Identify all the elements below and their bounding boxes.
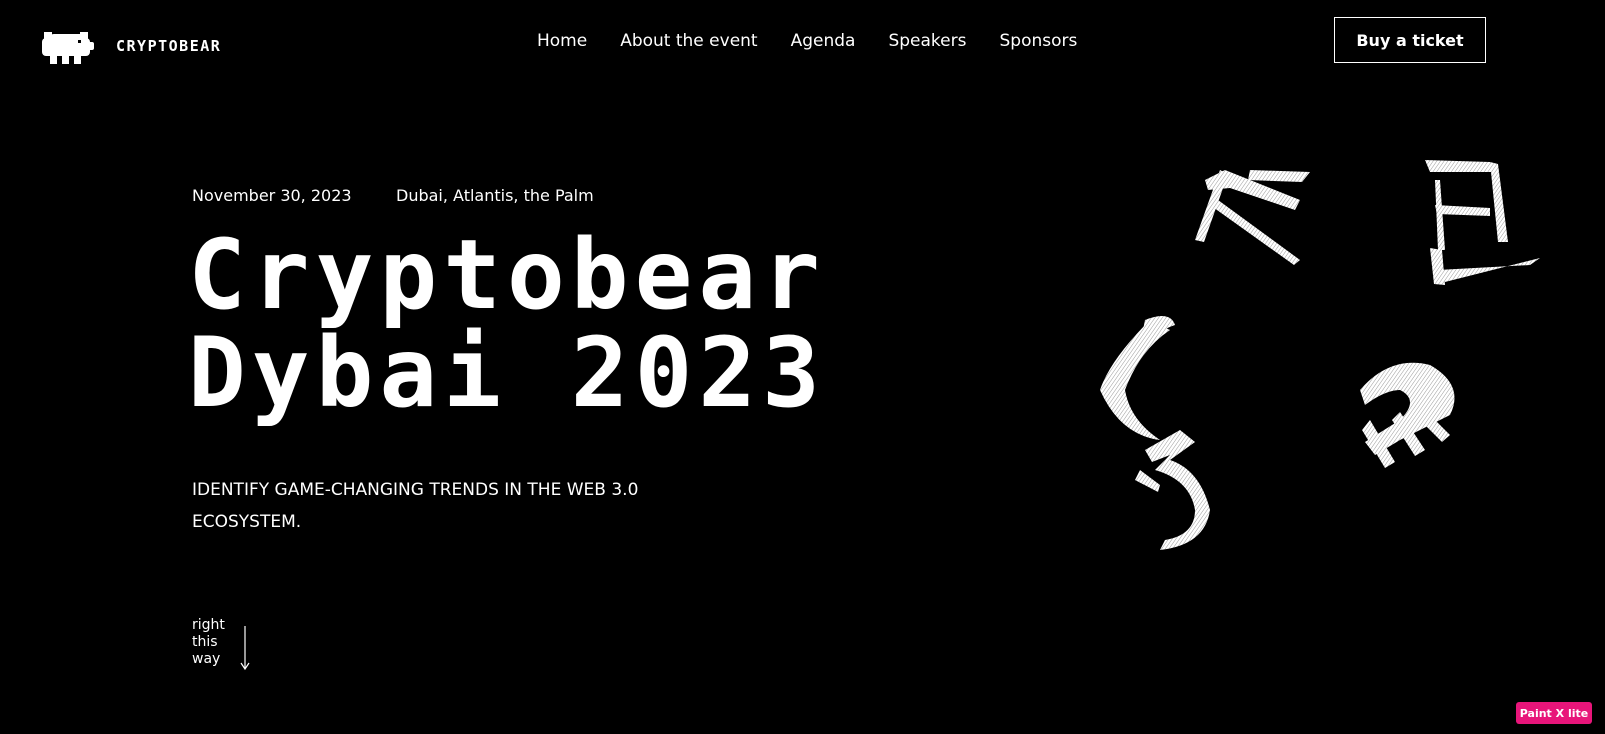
landing-page: CRYPTOBEAR Home About the event Agenda S… bbox=[0, 0, 1605, 734]
nav-item-about[interactable]: About the event bbox=[620, 31, 757, 51]
nav-item-sponsors[interactable]: Sponsors bbox=[999, 31, 1077, 51]
nav-item-home[interactable]: Home bbox=[537, 31, 587, 51]
nav-item-agenda[interactable]: Agenda bbox=[791, 31, 856, 51]
hero-title-line-1: Cryptobear bbox=[188, 219, 826, 331]
paint-x-lite-badge[interactable]: Paint X lite bbox=[1516, 702, 1592, 724]
hero-title: Cryptobear Dybai 2023 bbox=[188, 226, 826, 422]
scroll-hint[interactable]: right this way bbox=[192, 617, 225, 668]
event-date: November 30, 2023 bbox=[192, 186, 352, 205]
floating-3d-letters-icon bbox=[1100, 160, 1540, 550]
bear-logo-icon[interactable] bbox=[40, 26, 96, 66]
main-nav: Home About the event Agenda Speakers Spo… bbox=[537, 31, 1077, 51]
brand-name[interactable]: CRYPTOBEAR bbox=[116, 37, 221, 55]
arrow-down-icon[interactable] bbox=[238, 626, 252, 672]
hero-tagline: IDENTIFY GAME-CHANGING TRENDS IN THE WEB… bbox=[192, 480, 639, 532]
scroll-hint-word-2: this bbox=[192, 634, 218, 650]
scroll-hint-word-3: way bbox=[192, 651, 221, 667]
nav-item-speakers[interactable]: Speakers bbox=[888, 31, 966, 51]
scroll-hint-word-1: right bbox=[192, 617, 225, 633]
event-location: Dubai, Atlantis, the Palm bbox=[396, 186, 594, 205]
hero-title-line-2: Dybai 2023 bbox=[188, 317, 826, 429]
buy-ticket-button[interactable]: Buy a ticket bbox=[1334, 17, 1486, 63]
